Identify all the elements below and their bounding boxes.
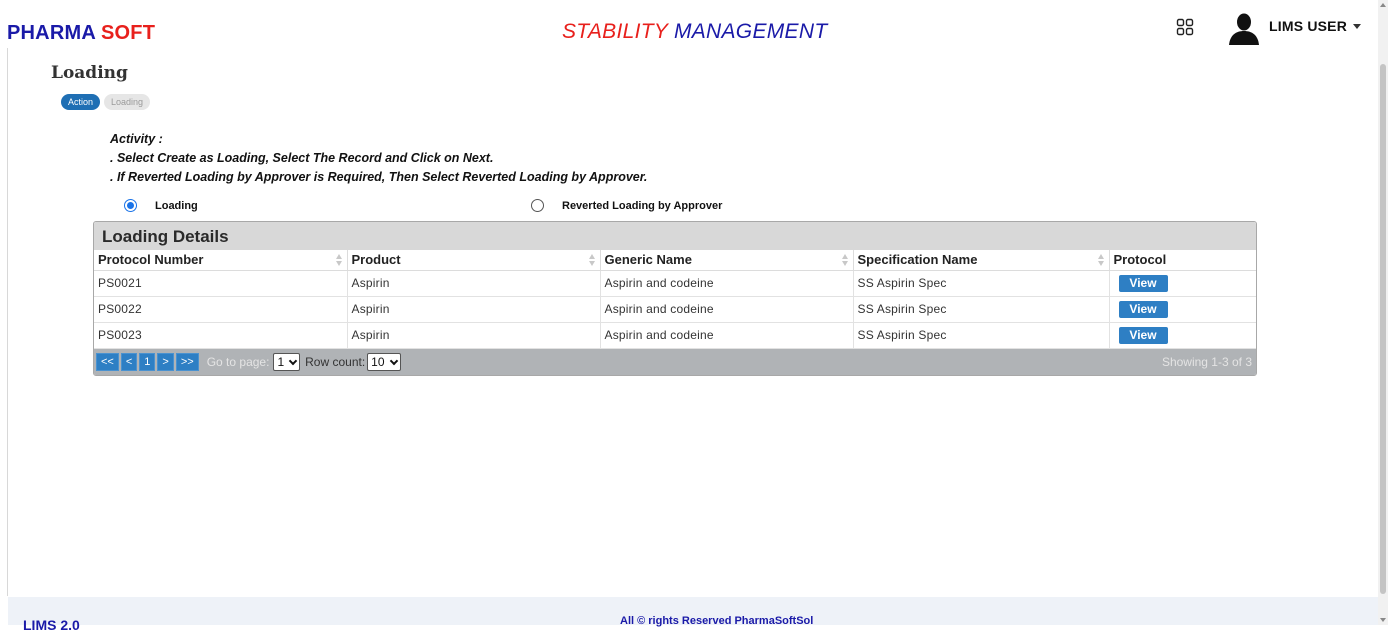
table-row[interactable]: PS0021 Aspirin Aspirin and codeine SS As… xyxy=(94,270,1256,297)
view-protocol-button[interactable]: View xyxy=(1118,300,1168,318)
table-row[interactable]: PS0022 Aspirin Aspirin and codeine SS As… xyxy=(94,296,1256,323)
footer-version: LIMS 2.0 xyxy=(23,617,80,633)
top-bar: PHARMA SOFT STABILITY MANAGEMENT LIMS US… xyxy=(0,0,1378,48)
cell-protocol: View xyxy=(1109,322,1256,349)
app-title-part2: MANAGEMENT xyxy=(673,20,828,43)
cell-protocol-number: PS0021 xyxy=(94,270,348,297)
footer: LIMS 2.0 All © rights Reserved PharmaSof… xyxy=(8,597,1378,633)
sort-icon[interactable] xyxy=(588,254,596,266)
cell-specification-name: SS Aspirin Spec xyxy=(853,296,1110,323)
breadcrumb-action[interactable]: Action xyxy=(61,94,101,110)
cell-product: Aspirin xyxy=(347,322,601,349)
column-header-protocol: Protocol xyxy=(1109,250,1256,271)
cell-specification-name: SS Aspirin Spec xyxy=(853,322,1110,349)
brand-part2: SOFT xyxy=(101,22,156,44)
activity-line: . If Reverted Loading by Approver is Req… xyxy=(110,170,648,184)
column-header-specification-name[interactable]: Specification Name xyxy=(853,250,1110,271)
cell-generic-name: Aspirin and codeine xyxy=(600,270,854,297)
user-name[interactable]: LIMS USER xyxy=(1269,18,1347,34)
row-count-select[interactable]: 10 xyxy=(367,353,401,371)
user-menu-caret-icon[interactable] xyxy=(1353,24,1361,29)
radio-loading[interactable] xyxy=(124,199,137,212)
pager-prev-button[interactable]: < xyxy=(120,353,138,371)
radio-reverted-loading[interactable] xyxy=(531,199,544,212)
radio-reverted-label[interactable]: Reverted Loading by Approver xyxy=(562,200,722,212)
app-title-part1: STABILITY xyxy=(562,20,668,43)
user-avatar-icon[interactable] xyxy=(1226,11,1262,45)
cell-specification-name: SS Aspirin Spec xyxy=(853,270,1110,297)
column-header-generic-name[interactable]: Generic Name xyxy=(600,250,854,271)
footer-copyright: All © rights Reserved PharmaSoftSol xyxy=(620,615,814,627)
radio-loading-group[interactable]: Loading xyxy=(124,199,198,212)
vertical-scrollbar[interactable] xyxy=(1378,0,1388,625)
view-protocol-button[interactable]: View xyxy=(1118,274,1168,292)
activity-line: . Select Create as Loading, Select The R… xyxy=(110,151,494,165)
cell-product: Aspirin xyxy=(347,270,601,297)
apps-grid-icon[interactable] xyxy=(1176,18,1194,36)
cell-protocol-number: PS0022 xyxy=(94,296,348,323)
content-border xyxy=(7,48,8,596)
grid-caption: Loading Details xyxy=(94,222,1256,250)
goto-page-label: Go to page: xyxy=(206,355,270,369)
app-title: STABILITY MANAGEMENT xyxy=(562,20,827,44)
breadcrumb: Action Loading xyxy=(61,94,151,110)
chevron-down-icon xyxy=(389,356,398,365)
activity-instructions: Activity : . Select Create as Loading, S… xyxy=(110,130,647,187)
cell-protocol: View xyxy=(1109,296,1256,323)
breadcrumb-loading[interactable]: Loading xyxy=(104,94,151,110)
table-row[interactable]: PS0023 Aspirin Aspirin and codeine SS As… xyxy=(94,322,1256,349)
radio-reverted-group[interactable]: Reverted Loading by Approver xyxy=(531,199,722,212)
goto-page-value: 1 xyxy=(277,355,285,369)
column-header-label: Generic Name xyxy=(604,252,692,268)
column-header-label: Product xyxy=(351,252,401,268)
sort-icon[interactable] xyxy=(1097,254,1105,266)
cell-protocol: View xyxy=(1109,270,1256,297)
radio-loading-label[interactable]: Loading xyxy=(155,200,198,212)
loading-details-table: Protocol Number Product Generic Name Spe… xyxy=(94,250,1256,349)
column-header-product[interactable]: Product xyxy=(347,250,601,271)
brand-part1: PHARMA xyxy=(7,22,96,44)
activity-heading: Activity : xyxy=(110,132,163,146)
pager-first-button[interactable]: << xyxy=(96,353,119,371)
grid-pager: << < 1 > >> Go to page: 1 Row count: 10 … xyxy=(94,348,1256,375)
loading-details-grid: Loading Details Protocol Number Product … xyxy=(93,221,1257,376)
chevron-down-icon xyxy=(288,356,298,365)
brand-logo: PHARMA SOFT xyxy=(7,22,155,45)
pager-page-1-button[interactable]: 1 xyxy=(139,353,156,371)
scroll-thumb[interactable] xyxy=(1380,64,1386,594)
cell-product: Aspirin xyxy=(347,296,601,323)
column-header-label: Protocol Number xyxy=(98,252,204,268)
column-header-protocol-number[interactable]: Protocol Number xyxy=(94,250,348,271)
cell-generic-name: Aspirin and codeine xyxy=(600,296,854,323)
table-header-row: Protocol Number Product Generic Name Spe… xyxy=(94,250,1256,271)
sort-icon[interactable] xyxy=(335,254,343,266)
scroll-down-icon[interactable] xyxy=(1380,618,1386,622)
sort-icon[interactable] xyxy=(841,254,849,266)
goto-page-select[interactable]: 1 xyxy=(273,353,301,371)
scroll-up-icon[interactable] xyxy=(1380,3,1386,7)
row-count-value: 10 xyxy=(371,355,385,369)
row-count-label: Row count: xyxy=(305,355,366,369)
pager-last-button[interactable]: >> xyxy=(175,353,199,371)
view-protocol-button[interactable]: View xyxy=(1118,326,1168,344)
cell-protocol-number: PS0023 xyxy=(94,322,348,349)
page-title: Loading xyxy=(51,63,128,83)
cell-generic-name: Aspirin and codeine xyxy=(600,322,854,349)
pager-next-button[interactable]: > xyxy=(157,353,174,371)
pager-info: Showing 1-3 of 3 xyxy=(1161,354,1252,369)
column-header-label: Specification Name xyxy=(857,252,978,268)
